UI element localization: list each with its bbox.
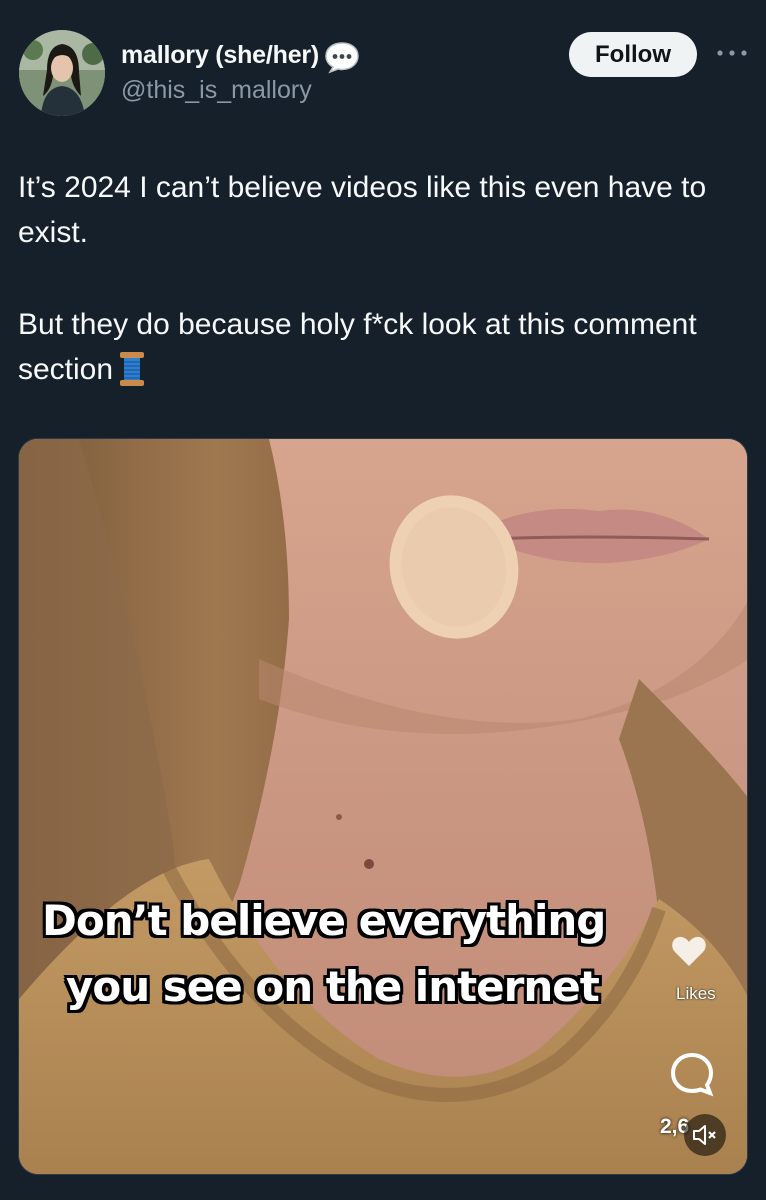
tweet-body: It’s 2024 I can’t believe videos like th… [18,165,738,392]
speaker-muted-icon [693,1125,716,1145]
video-media[interactable] [18,438,748,1175]
spool-of-thread-icon [117,350,147,388]
caption-line: you see on the internet [66,962,600,1011]
follow-button[interactable]: Follow [569,32,697,77]
author-name-row[interactable]: mallory (she/her) [121,38,361,74]
avatar[interactable] [19,30,105,116]
mute-toggle-button[interactable] [684,1114,726,1156]
ellipsis-icon [717,50,747,56]
video-caption: Don’t believe everything you see on the … [42,888,742,1020]
tweet-header: mallory (she/her) @this_is_mallory Follo… [0,0,766,140]
caption-line: Don’t believe everything [42,896,606,945]
likes-label: Likes [676,984,716,1003]
avatar-photo [19,30,105,116]
video-still [19,439,747,1174]
author-handle[interactable]: @this_is_mallory [121,76,312,105]
comment-bubble-icon[interactable] [668,1050,716,1098]
more-options-button[interactable] [712,38,752,68]
tweet-paragraph: But they do because holy f*ck look at th… [18,302,738,392]
tweet-paragraph: It’s 2024 I can’t believe videos like th… [18,171,707,249]
speech-bubble-icon [323,40,361,74]
author-display-name[interactable]: mallory (she/her) [121,41,319,70]
